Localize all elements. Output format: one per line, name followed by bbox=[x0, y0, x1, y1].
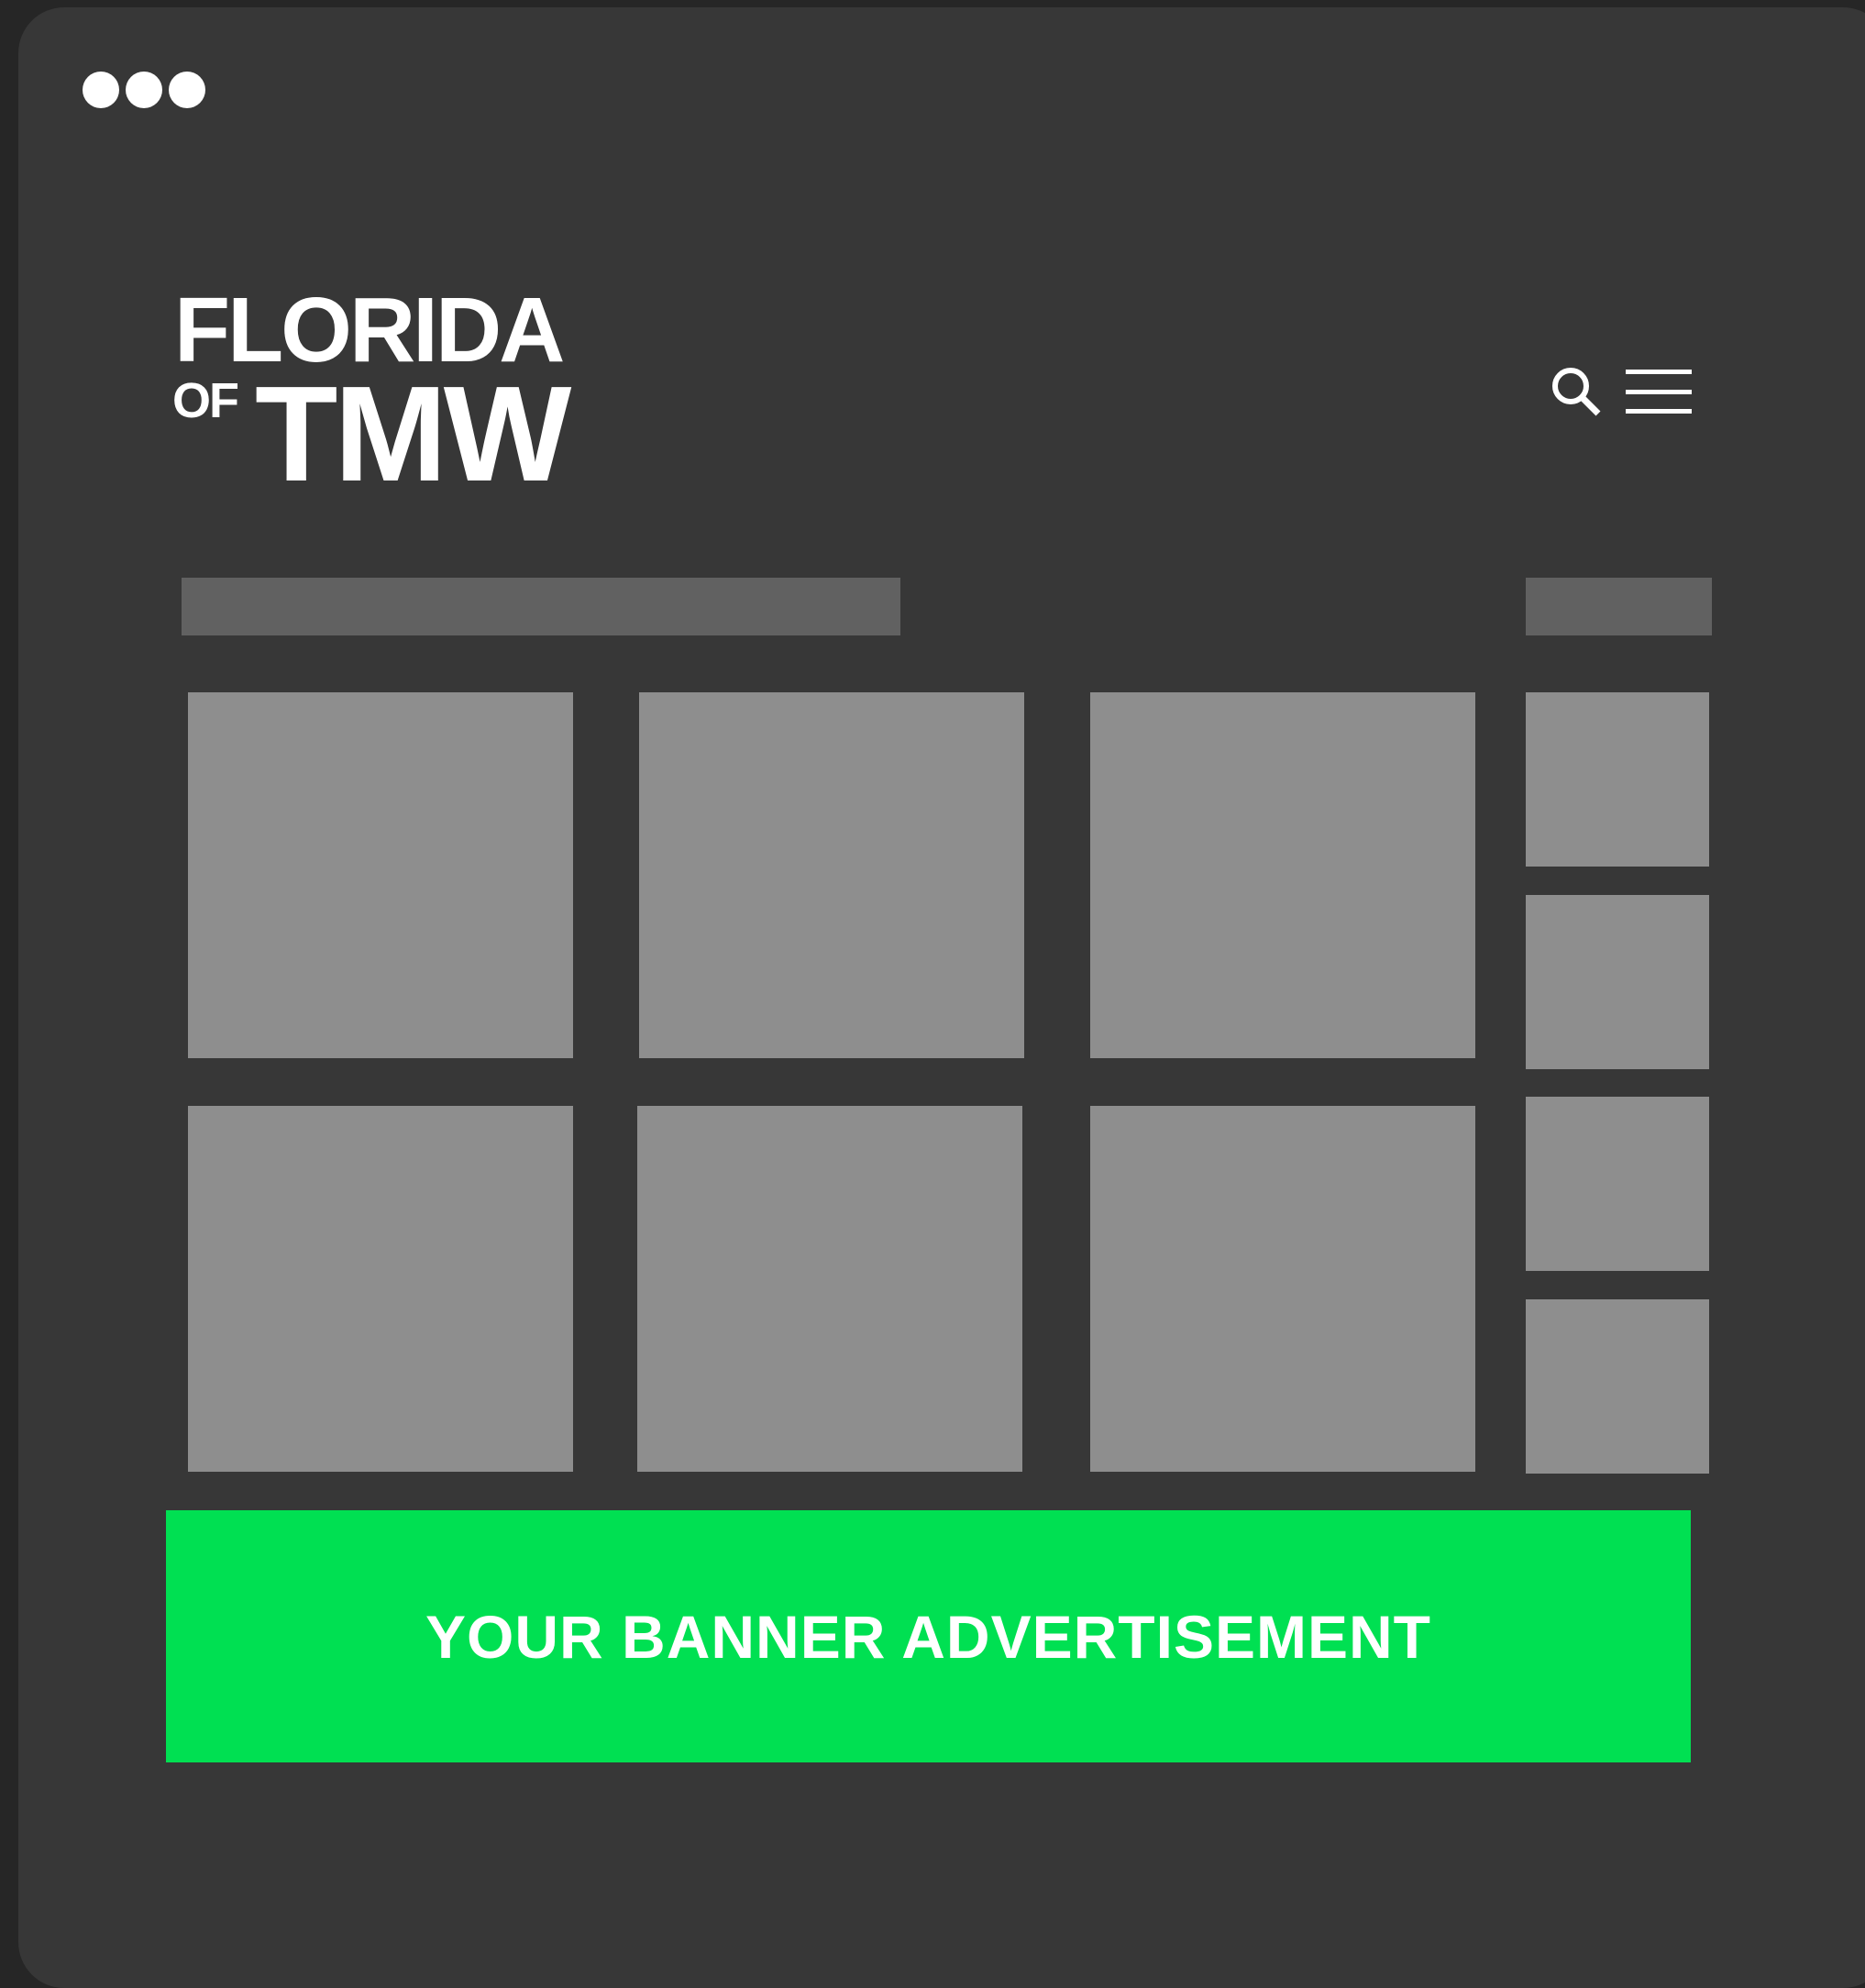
content-card[interactable] bbox=[1090, 692, 1475, 1058]
site-logo[interactable]: FLORIDA OF TMW bbox=[172, 284, 596, 503]
menu-line bbox=[1626, 389, 1692, 394]
content-heading-placeholder bbox=[182, 578, 900, 635]
window-controls bbox=[83, 72, 205, 108]
sidebar-card[interactable] bbox=[1526, 895, 1709, 1069]
window-dot-1[interactable] bbox=[83, 72, 119, 108]
content-card[interactable] bbox=[188, 1106, 573, 1472]
window-dot-2[interactable] bbox=[126, 72, 162, 108]
sidebar-card[interactable] bbox=[1526, 1097, 1709, 1271]
sidebar-card[interactable] bbox=[1526, 692, 1709, 867]
content-card[interactable] bbox=[637, 1106, 1022, 1472]
content-card[interactable] bbox=[639, 692, 1024, 1058]
sidebar-heading-placeholder bbox=[1526, 578, 1712, 635]
sidebar-card[interactable] bbox=[1526, 1299, 1709, 1474]
content-card[interactable] bbox=[1090, 1106, 1475, 1472]
banner-advertisement[interactable]: YOUR BANNER ADVERTISEMENT bbox=[166, 1510, 1691, 1762]
search-icon[interactable] bbox=[1550, 365, 1605, 420]
content-card[interactable] bbox=[188, 692, 573, 1058]
banner-label: YOUR BANNER ADVERTISEMENT bbox=[425, 1602, 1431, 1671]
logo-of: OF bbox=[172, 373, 239, 428]
hamburger-menu-icon[interactable] bbox=[1626, 370, 1692, 414]
window-dot-3[interactable] bbox=[169, 72, 205, 108]
menu-line bbox=[1626, 409, 1692, 414]
menu-line bbox=[1626, 370, 1692, 374]
logo-tmw: TMW bbox=[255, 359, 571, 510]
